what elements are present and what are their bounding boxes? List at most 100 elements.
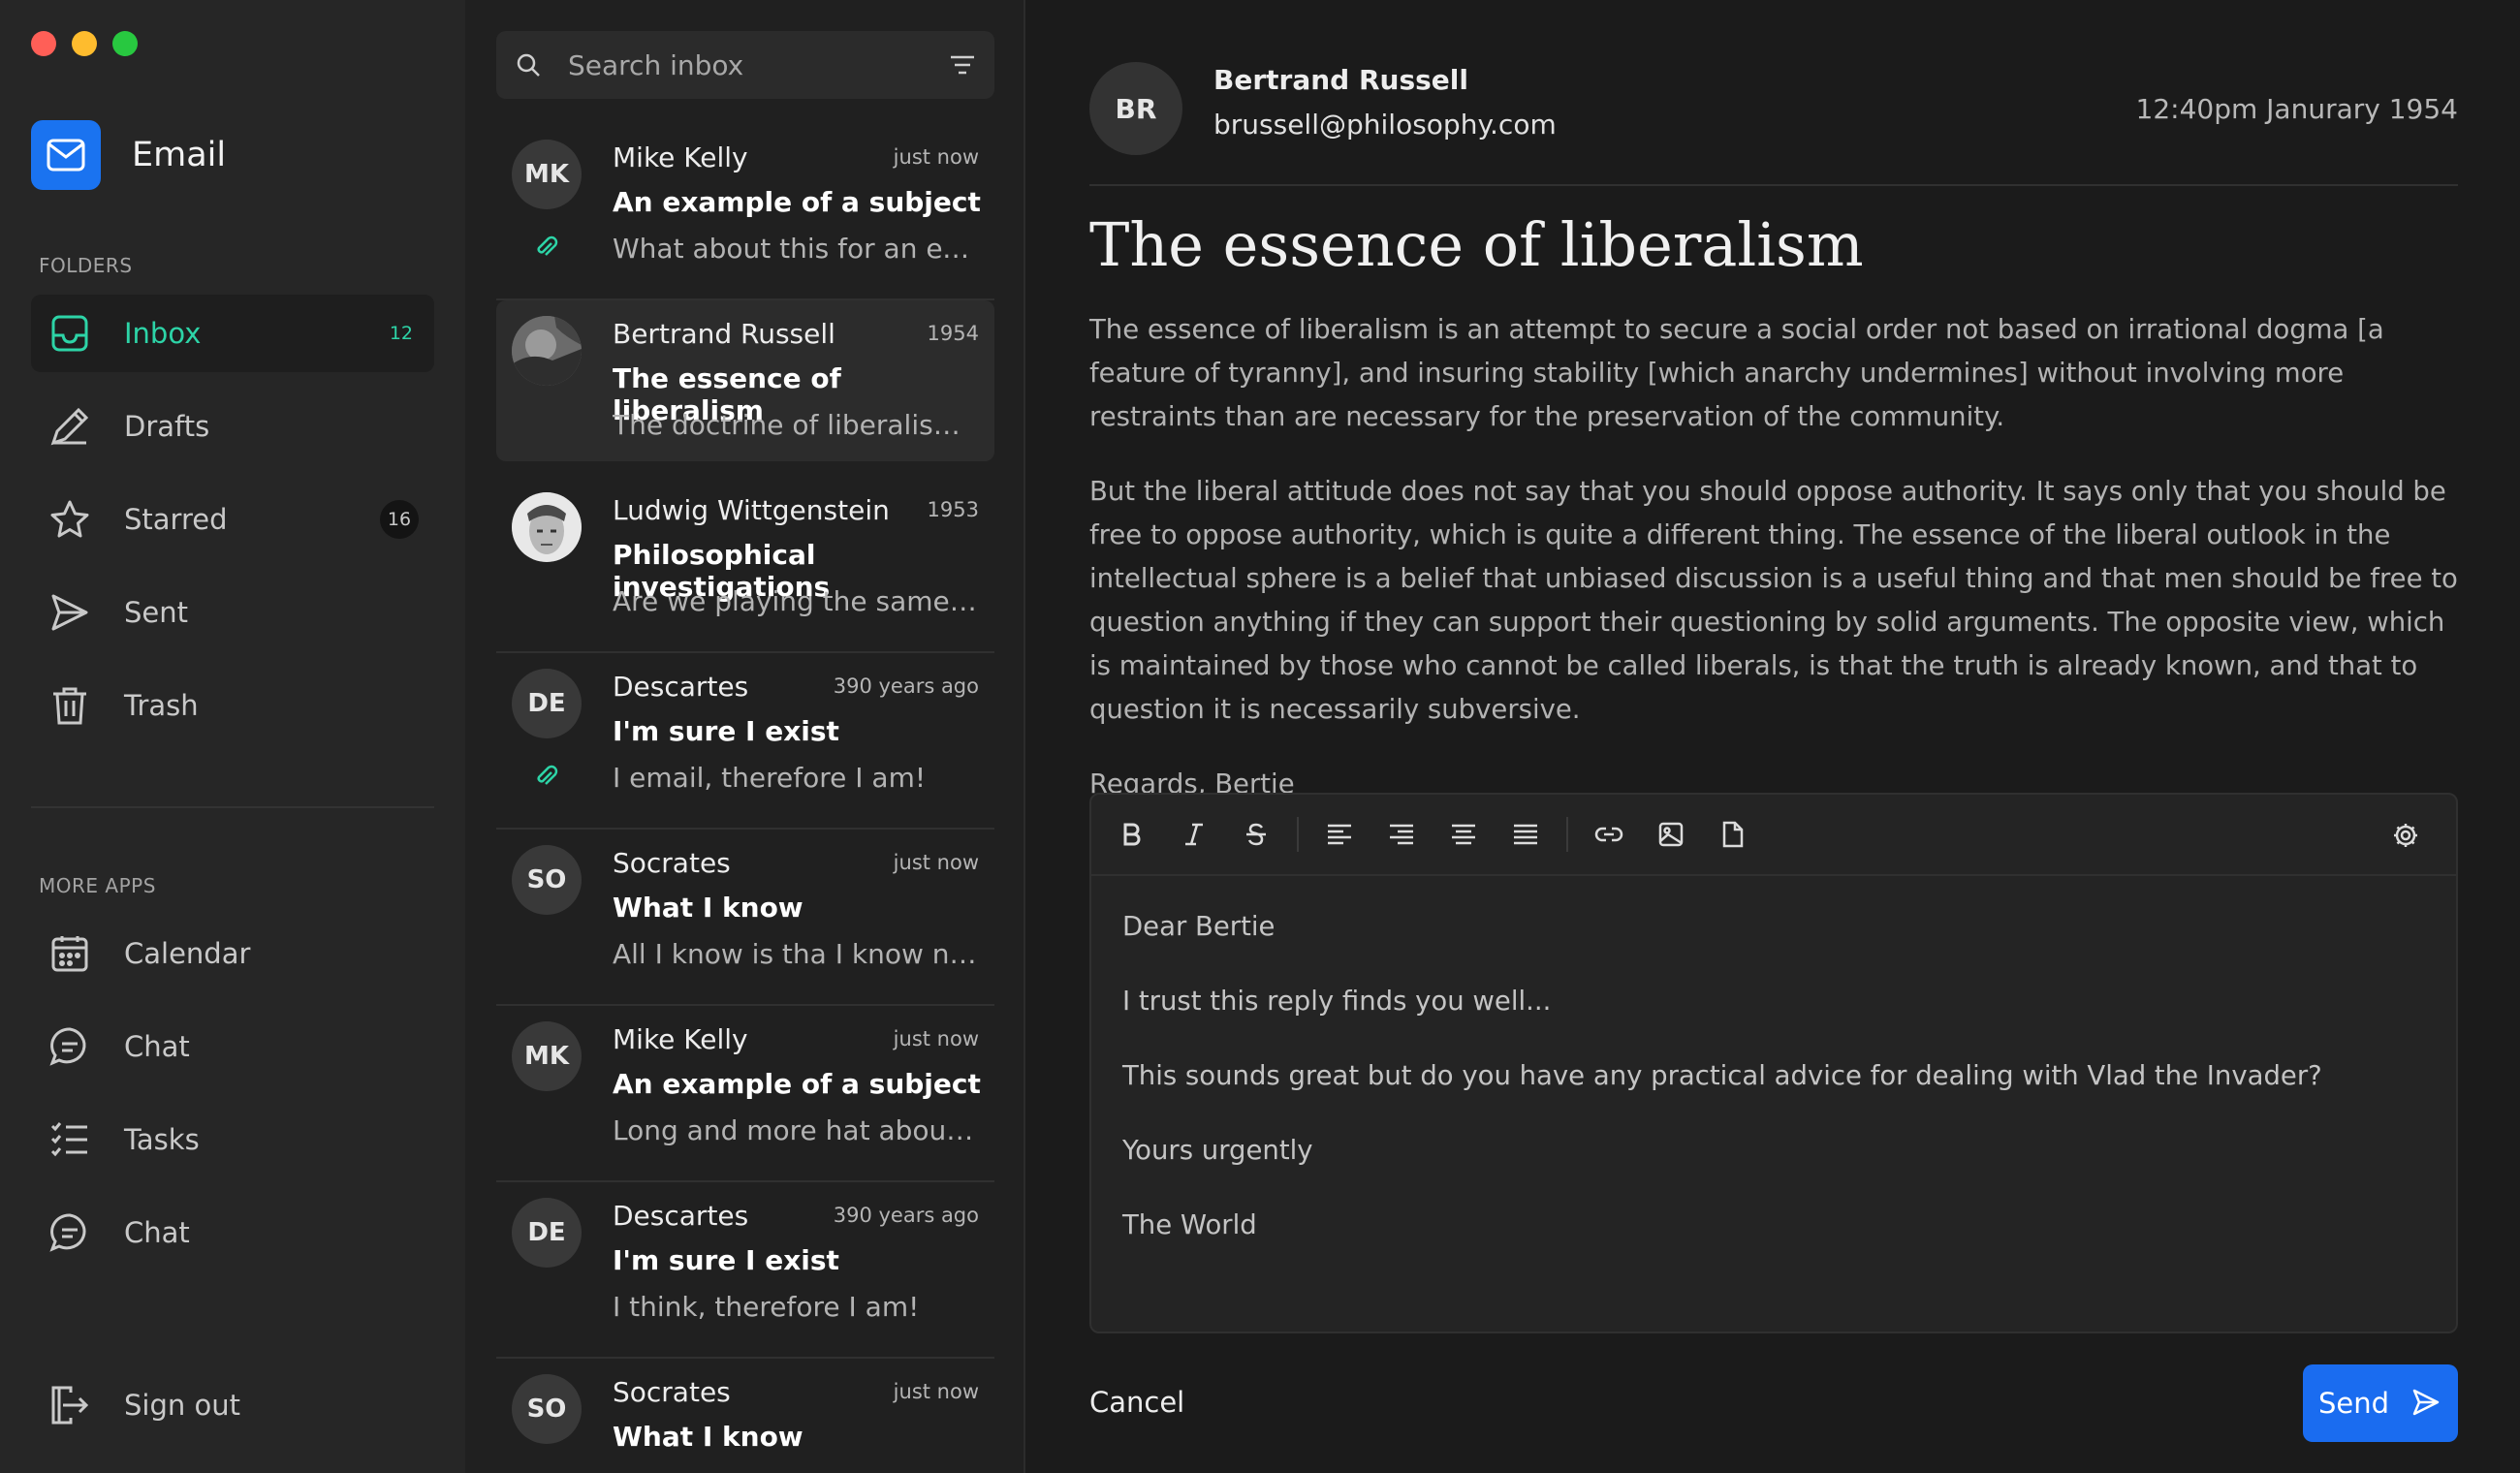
reply-text-area[interactable]: Dear Bertie I trust this reply finds you… — [1091, 876, 2456, 1307]
sidebar-item-label: Inbox — [124, 317, 202, 350]
message-preview: I email, therefore I am! — [613, 762, 927, 794]
settings-icon[interactable] — [2380, 810, 2431, 861]
message-subject-heading: The essence of liberalism — [1089, 209, 1864, 280]
maximize-window-button[interactable] — [112, 31, 138, 56]
filter-icon[interactable] — [946, 48, 979, 81]
window-controls — [31, 31, 138, 56]
message-subject: An example of a subject — [613, 1068, 981, 1100]
avatar: SO — [512, 1374, 582, 1444]
body-paragraph: But the liberal attitude does not say th… — [1089, 476, 2458, 725]
reply-line: Yours urgently — [1122, 1135, 1313, 1166]
send-button-label: Send — [2318, 1387, 2390, 1420]
trash-icon — [48, 684, 91, 727]
sidebar-item-label: Calendar — [124, 937, 251, 970]
reply-line: Dear Bertie — [1122, 911, 1276, 942]
avatar: SO — [512, 845, 582, 915]
list-item-selected[interactable]: Bertrand Russell 1954 The essence of lib… — [496, 300, 994, 461]
sidebar-item-chat[interactable]: Chat — [31, 1008, 434, 1085]
sender-name: Mike Kelly — [613, 1023, 748, 1055]
sender-name: Bertrand Russell — [1213, 64, 1468, 96]
file-icon[interactable] — [1708, 809, 1758, 860]
mail-icon — [31, 120, 101, 190]
message-preview: The doctrine of liberalism is an attempt — [613, 409, 981, 441]
sidebar-item-trash[interactable]: Trash — [31, 667, 434, 744]
message-subject: I'm sure I exist — [613, 1244, 839, 1276]
search-input[interactable] — [568, 48, 927, 81]
account-nav: Sign out — [31, 1366, 434, 1459]
minimize-window-button[interactable] — [72, 31, 97, 56]
tasks-icon — [48, 1118, 91, 1161]
avatar: MK — [512, 1021, 582, 1091]
header-divider — [1089, 184, 2458, 186]
close-window-button[interactable] — [31, 31, 56, 56]
strikethrough-icon[interactable] — [1231, 809, 1281, 860]
app-title: Email — [132, 136, 227, 174]
sender-name: Socrates — [613, 1376, 731, 1408]
list-item[interactable]: SO Socrates just now What I know All I k… — [496, 830, 994, 1006]
message-preview: Are we playing the same language game — [613, 585, 981, 617]
list-item[interactable]: MK Mike Kelly just now An example of a s… — [496, 124, 994, 300]
message-time: just now — [893, 1380, 979, 1403]
message-preview: What about this for an example of a prev… — [613, 233, 981, 265]
list-item[interactable]: DE Descartes 390 years ago I'm sure I ex… — [496, 1182, 994, 1359]
list-item[interactable]: SO Socrates just now What I know — [496, 1359, 994, 1473]
message-body: The essence of liberalism is an attempt … — [1089, 308, 2466, 837]
sender-name: Mike Kelly — [613, 141, 748, 173]
image-icon[interactable] — [1646, 809, 1696, 860]
message-time: 1954 — [927, 322, 979, 345]
avatar — [512, 492, 582, 562]
sidebar-item-label: Sent — [124, 596, 189, 629]
folders-heading: FOLDERS — [39, 254, 133, 277]
sign-out-button[interactable]: Sign out — [31, 1366, 434, 1444]
cancel-button[interactable]: Cancel — [1089, 1386, 1184, 1419]
sidebar-item-inbox[interactable]: Inbox 12 — [31, 295, 434, 372]
list-item[interactable]: MK Mike Kelly just now An example of a s… — [496, 1006, 994, 1182]
calendar-icon — [48, 932, 91, 975]
sidebar-item-sent[interactable]: Sent — [31, 574, 434, 651]
message-subject: What I know — [613, 1421, 803, 1453]
body-paragraph: The essence of liberalism is an attempt … — [1089, 314, 2384, 432]
message-list: MK Mike Kelly just now An example of a s… — [496, 124, 994, 1473]
app-brand: Email — [31, 120, 226, 190]
message-list-pane: MK Mike Kelly just now An example of a s… — [465, 0, 1025, 1473]
sidebar-item-calendar[interactable]: Calendar — [31, 915, 434, 992]
message-preview: I think, therefore I am! — [613, 1291, 920, 1323]
sidebar-item-drafts[interactable]: Drafts — [31, 388, 434, 465]
message-date: 12:40pm Janurary 1954 — [2135, 93, 2458, 125]
unread-count-badge: 12 — [389, 323, 413, 344]
avatar — [512, 316, 582, 386]
sender-email[interactable]: brussell@philosophy.com — [1213, 109, 1557, 141]
apps-nav: Calendar Chat Tasks Chat — [31, 915, 434, 1287]
align-justify-icon[interactable] — [1500, 809, 1551, 860]
reply-line: The World — [1122, 1209, 1257, 1240]
align-right-icon[interactable] — [1376, 809, 1427, 860]
message-time: just now — [893, 851, 979, 874]
message-time: 390 years ago — [833, 1204, 979, 1227]
sidebar-item-chat-2[interactable]: Chat — [31, 1194, 434, 1271]
attachment-icon — [531, 762, 560, 791]
message-subject: I'm sure I exist — [613, 715, 839, 747]
send-button[interactable]: Send — [2303, 1364, 2458, 1442]
message-time: just now — [893, 145, 979, 169]
reading-pane: BR Bertrand Russell brussell@philosophy.… — [1027, 0, 2520, 1473]
reply-line: I trust this reply finds you well... — [1122, 986, 1552, 1017]
sidebar-item-starred[interactable]: Starred 16 — [31, 481, 434, 558]
toolbar-divider — [1297, 817, 1299, 852]
sender-name: Descartes — [613, 671, 749, 703]
avatar: DE — [512, 669, 582, 738]
align-left-icon[interactable] — [1314, 809, 1365, 860]
chat-icon — [48, 1211, 91, 1254]
link-icon[interactable] — [1584, 809, 1634, 860]
starred-count-badge: 16 — [380, 500, 419, 539]
list-item[interactable]: DE Descartes 390 years ago I'm sure I ex… — [496, 653, 994, 830]
italic-icon[interactable] — [1169, 809, 1219, 860]
bold-icon[interactable] — [1107, 809, 1157, 860]
avatar: DE — [512, 1198, 582, 1268]
align-center-icon[interactable] — [1438, 809, 1489, 860]
sidebar-item-tasks[interactable]: Tasks — [31, 1101, 434, 1178]
list-item[interactable]: Ludwig Wittgenstein 1953 Philosophical i… — [496, 477, 994, 653]
sidebar-item-label: Chat — [124, 1216, 190, 1249]
sidebar-item-label: Starred — [124, 503, 228, 536]
search-bar — [496, 31, 994, 99]
sidebar-item-label: Tasks — [124, 1123, 200, 1156]
